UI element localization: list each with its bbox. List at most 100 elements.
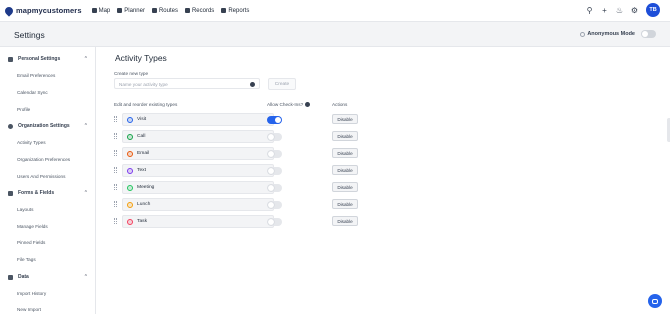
info-icon: [305, 102, 311, 107]
activity-type-name-input[interactable]: Name your activity type: [114, 78, 260, 89]
checkin-toggle[interactable]: [267, 116, 282, 124]
anonymous-mode-toggle[interactable]: [641, 30, 656, 38]
settings-sidebar: Personal Settings ⌃ Email Preferences Cal…: [0, 47, 96, 314]
activity-color-icon: [127, 167, 133, 174]
nav-routes[interactable]: Routes: [151, 8, 178, 14]
sidebar-item-email-preferences[interactable]: Email Preferences: [17, 73, 55, 78]
database-icon: [8, 274, 13, 280]
disable-button[interactable]: Disable: [332, 199, 358, 209]
section-forms-fields[interactable]: Forms & Fields ⌃: [8, 190, 88, 196]
chat-button[interactable]: [648, 294, 662, 308]
activity-color-icon: [127, 184, 133, 191]
list-item: Task Disable: [114, 215, 364, 228]
chevron-up-icon: ⌃: [83, 56, 88, 62]
disable-button[interactable]: Disable: [332, 216, 358, 226]
sidebar-item-pinned-fields[interactable]: Pinned Fields: [17, 240, 45, 245]
checkin-toggle[interactable]: [267, 167, 282, 175]
top-nav: mapmycustomers Map Planner Routes Record…: [0, 0, 670, 22]
sidebar-item-manage-fields[interactable]: Manage Fields: [17, 224, 48, 229]
actions-header: Actions: [332, 102, 348, 107]
drag-handle-icon[interactable]: [114, 116, 117, 122]
drag-handle-icon[interactable]: [114, 218, 117, 224]
activity-type-field[interactable]: Lunch: [122, 198, 274, 211]
bell-icon[interactable]: ♨: [615, 6, 624, 15]
list-item: Text Disable: [114, 164, 364, 177]
color-picker-icon[interactable]: [250, 82, 255, 87]
nav-planner[interactable]: Planner: [117, 8, 145, 14]
sidebar-item-profile[interactable]: Profile: [17, 107, 30, 112]
drag-handle-icon[interactable]: [114, 184, 117, 190]
activity-type-name: Text: [137, 168, 146, 173]
avatar[interactable]: TB: [646, 3, 660, 17]
logo-text: mapmycustomers: [16, 6, 82, 15]
page-title: Settings: [14, 30, 45, 40]
list-item: Lunch Disable: [114, 198, 364, 211]
section-organization-settings[interactable]: Organization Settings ⌃: [8, 123, 88, 129]
activity-type-field[interactable]: Meeting: [122, 181, 274, 194]
disable-button[interactable]: Disable: [332, 148, 358, 158]
section-label: Organization Settings: [18, 123, 70, 129]
main-nav: Map Planner Routes Records Reports: [91, 7, 257, 14]
sidebar-item-new-import[interactable]: New Import: [17, 307, 41, 312]
drag-handle-icon[interactable]: [114, 150, 117, 156]
activity-type-name: Lunch: [137, 202, 151, 207]
sidebar-item-file-tags[interactable]: File Tags: [17, 257, 36, 262]
reports-icon: [221, 8, 227, 13]
activity-color-icon: [127, 201, 133, 208]
nav-actions: ⚲ + ♨ ⚙ TB: [579, 3, 660, 17]
list-item: Visit Disable: [114, 113, 364, 126]
activity-type-name: Visit: [137, 117, 147, 122]
sidebar-item-layouts[interactable]: Layouts: [17, 207, 33, 212]
disable-button[interactable]: Disable: [332, 131, 358, 141]
records-icon: [184, 8, 190, 13]
drag-handle-icon[interactable]: [114, 167, 117, 173]
activity-type-field[interactable]: Text: [122, 164, 274, 177]
checkin-header: Allow Check-Ins?: [267, 102, 311, 107]
activity-color-icon: [127, 133, 133, 140]
gear-icon[interactable]: ⚙: [630, 6, 639, 15]
sidebar-item-activity-types[interactable]: Activity Types: [17, 140, 46, 145]
chevron-up-icon: ⌃: [83, 190, 88, 196]
section-title: Activity Types: [115, 53, 167, 63]
list-item: Meeting Disable: [114, 181, 364, 194]
create-label: Create new type: [114, 71, 149, 76]
car-icon: [151, 8, 157, 13]
sidebar-item-users-and-permissions[interactable]: Users And Permissions: [17, 174, 65, 179]
section-data[interactable]: Data ⌃: [8, 274, 88, 280]
checkin-toggle[interactable]: [267, 218, 282, 226]
logo[interactable]: mapmycustomers: [3, 4, 82, 17]
plus-icon[interactable]: +: [600, 6, 609, 15]
activity-type-field[interactable]: Email: [122, 147, 274, 160]
nav-label: Records: [191, 7, 215, 14]
sidebar-item-calendar-sync[interactable]: Calendar Sync: [17, 90, 48, 95]
drag-handle-icon[interactable]: [114, 133, 117, 139]
drag-handle-icon[interactable]: [114, 201, 117, 207]
map-icon: [91, 8, 97, 13]
nav-reports[interactable]: Reports: [221, 8, 249, 14]
search-icon[interactable]: ⚲: [585, 6, 594, 15]
checkin-toggle[interactable]: [267, 150, 282, 158]
activity-type-field[interactable]: Visit: [122, 113, 274, 126]
create-button[interactable]: Create: [268, 78, 296, 90]
calendar-icon: [117, 8, 123, 13]
section-label: Forms & Fields: [18, 190, 55, 196]
activity-type-field[interactable]: Call: [122, 130, 274, 143]
list-label: Edit and reorder existing types: [114, 102, 178, 107]
sidebar-item-import-history[interactable]: Import History: [17, 291, 46, 296]
disable-button[interactable]: Disable: [332, 114, 358, 124]
section-personal-settings[interactable]: Personal Settings ⌃: [8, 56, 88, 62]
section-label: Data: [18, 274, 29, 280]
disable-button[interactable]: Disable: [332, 165, 358, 175]
settings-header: Settings Anonymous Mode: [0, 22, 670, 47]
activity-color-icon: [127, 150, 133, 157]
checkin-toggle[interactable]: [267, 201, 282, 209]
anonymous-mode: Anonymous Mode: [580, 30, 656, 38]
checkin-toggle[interactable]: [267, 133, 282, 141]
disable-button[interactable]: Disable: [332, 182, 358, 192]
activity-type-field[interactable]: Task: [122, 215, 274, 228]
nav-map[interactable]: Map: [91, 8, 110, 14]
checkin-toggle[interactable]: [267, 184, 282, 192]
section-label: Personal Settings: [18, 56, 61, 62]
sidebar-item-organization-preferences[interactable]: Organization Preferences: [17, 157, 70, 162]
nav-records[interactable]: Records: [184, 7, 215, 14]
